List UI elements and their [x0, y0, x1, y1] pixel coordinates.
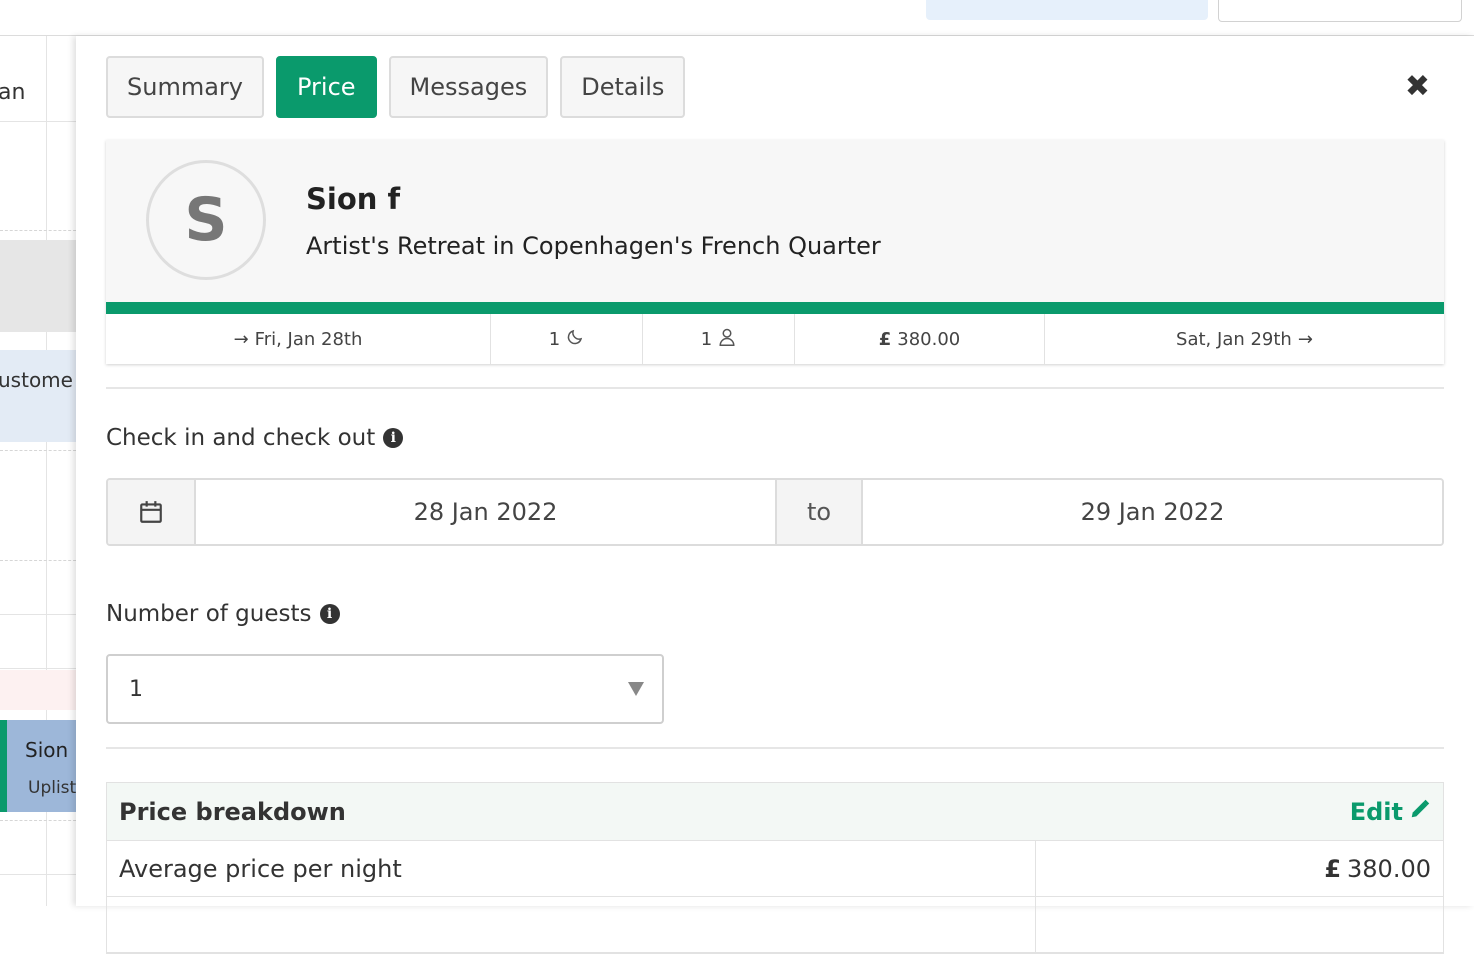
calendar-blocked-cell[interactable] [0, 240, 76, 332]
pencil-icon [1409, 798, 1431, 826]
reservation-summary-card: S Sion f Artist's Retreat in Copenhagen'… [106, 140, 1444, 364]
price-row-value [1036, 897, 1443, 952]
table-row [107, 897, 1443, 953]
calendar-grid-line [0, 230, 76, 231]
guests-count: 1 [700, 328, 713, 350]
price-breakdown-title: Price breakdown [119, 797, 346, 826]
listing-name: Artist's Retreat in Copenhagen's French … [306, 232, 881, 260]
calendar-grid-line [0, 614, 76, 615]
calendar-grid-line [0, 820, 76, 821]
calendar-grid-line [0, 560, 76, 561]
edit-price-button[interactable]: Edit [1350, 798, 1431, 826]
calendar-booking-name: Sion [25, 738, 69, 762]
guests-select[interactable]: 1 [106, 654, 664, 724]
date-range-picker: 28 Jan 2022 to 29 Jan 2022 [106, 478, 1444, 546]
total-price: 380.00 [897, 328, 961, 350]
guests-label-text: Number of guests [106, 601, 312, 627]
dates-label-text: Check in and check out [106, 425, 376, 451]
price-stat: £ 380.00 [795, 314, 1045, 364]
top-action-button[interactable] [926, 0, 1208, 20]
tab-details[interactable]: Details [560, 56, 686, 118]
date-separator: to [775, 480, 863, 544]
price-amount: 380.00 [1347, 854, 1431, 883]
tab-price[interactable]: Price [275, 56, 377, 118]
info-icon[interactable]: i [383, 428, 404, 448]
arrow-right-icon: → [233, 328, 249, 350]
price-row-label [107, 897, 1036, 952]
calendar-grid-line [0, 874, 76, 875]
guests-select-value: 1 [129, 676, 143, 702]
reservation-panel: Summary Price Messages Details ✖ S Sion … [76, 36, 1474, 954]
price-breakdown-table: Price breakdown Edit Average price per n… [106, 782, 1444, 954]
tab-summary[interactable]: Summary [106, 56, 264, 118]
reservation-stats: → Fri, Jan 28th 1 1 £ 380.00 Sat, Jan 29… [106, 314, 1444, 364]
checkout-date-input[interactable]: 29 Jan 2022 [863, 480, 1442, 544]
calendar-highlight-cell[interactable] [0, 670, 76, 710]
checkin-stat: → Fri, Jan 28th [106, 314, 491, 364]
currency-symbol: £ [1324, 854, 1342, 883]
section-divider [106, 387, 1444, 389]
top-secondary-button[interactable] [1218, 0, 1462, 22]
calendar-booking-sion[interactable] [0, 720, 76, 812]
checkout-date: Sat, Jan 29th [1176, 328, 1292, 350]
calendar-grid-line [0, 121, 76, 122]
checkin-date: Fri, Jan 28th [254, 328, 363, 350]
info-icon[interactable]: i [319, 604, 340, 624]
section-divider [106, 747, 1444, 749]
avatar: S [146, 160, 266, 280]
calendar-booking-source: Uplist [28, 778, 76, 798]
calendar-booking-label: ustome [0, 368, 73, 392]
nights-count: 1 [548, 328, 561, 350]
checkin-date-input[interactable]: 28 Jan 2022 [196, 480, 775, 544]
close-icon[interactable]: ✖ [1405, 72, 1430, 102]
calendar-grid-line [0, 450, 76, 451]
checkout-stat: Sat, Jan 29th → [1045, 314, 1444, 364]
panel-tabs: Summary Price Messages Details [106, 56, 686, 118]
calendar-header-text: an [0, 80, 26, 105]
price-breakdown-header: Price breakdown Edit [107, 783, 1443, 841]
moon-icon [566, 328, 584, 351]
calendar-grid-line [0, 668, 76, 669]
table-row: Average price per night £ 380.00 [107, 841, 1443, 897]
guests-stat: 1 [643, 314, 795, 364]
currency-symbol: £ [878, 328, 892, 350]
stay-progress-bar [106, 302, 1444, 314]
chevron-down-icon [628, 682, 644, 696]
calendar-booking-block[interactable] [0, 350, 76, 442]
price-row-label: Average price per night [107, 841, 1036, 896]
guests-field-label: Number of guests i [106, 601, 340, 627]
nights-stat: 1 [491, 314, 643, 364]
guest-name: Sion f [306, 182, 401, 216]
calendar-background: an ustome Sion Uplist [0, 36, 76, 906]
user-icon [718, 327, 736, 352]
top-bar [0, 0, 1474, 36]
arrow-right-icon: → [1297, 328, 1313, 350]
tab-messages[interactable]: Messages [388, 56, 549, 118]
dates-field-label: Check in and check out i [106, 425, 404, 451]
edit-label: Edit [1349, 797, 1403, 826]
calendar-icon[interactable] [108, 480, 196, 544]
price-row-value: £ 380.00 [1036, 841, 1443, 896]
